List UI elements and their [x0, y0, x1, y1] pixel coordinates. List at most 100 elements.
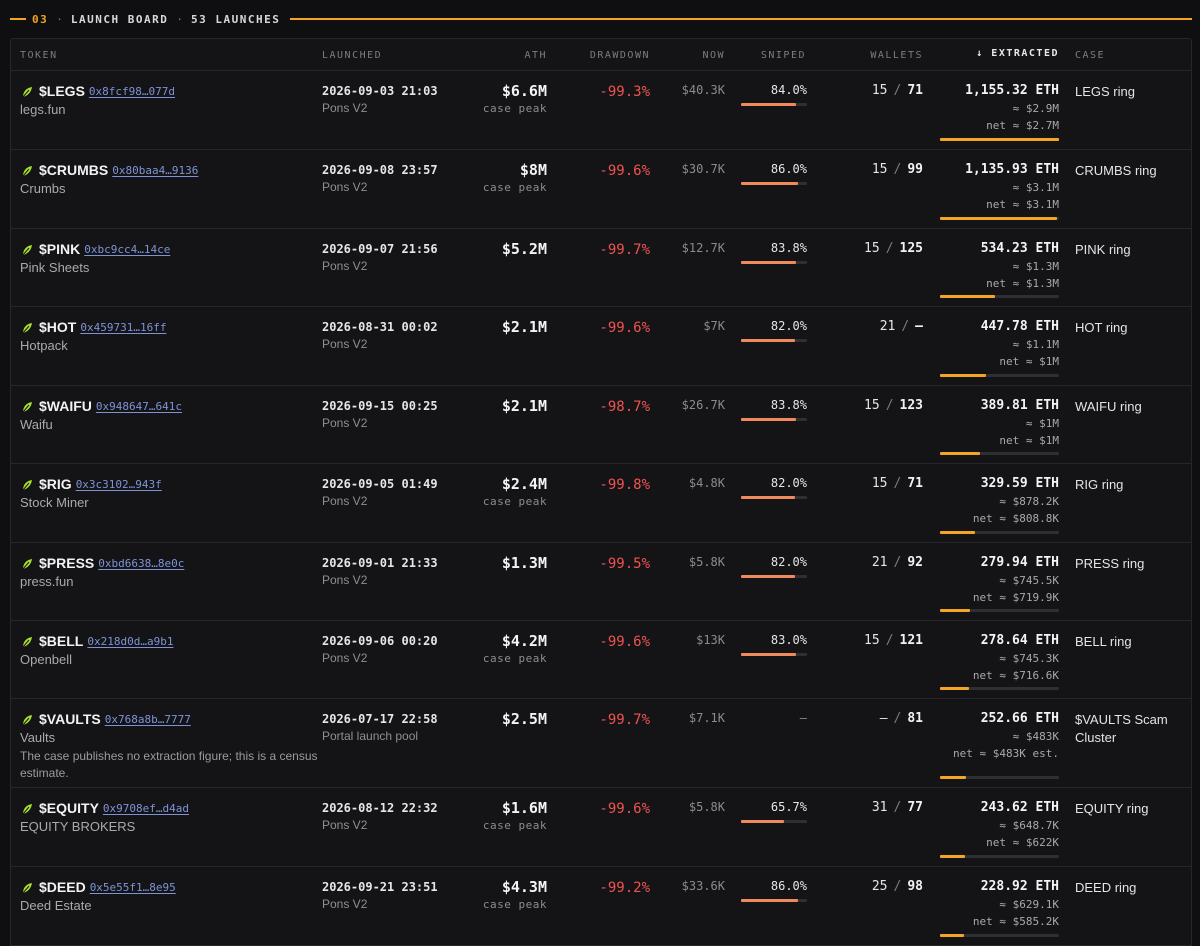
table-row[interactable]: $CRUMBS 0x80baa4…9136 Crumbs 2026-09-08 23:…	[11, 150, 1191, 229]
case-label[interactable]: WAIFU ring	[1075, 398, 1187, 416]
table-row[interactable]: $RIG 0x3c3102…943f Stock Miner 2026-09-05 0…	[11, 464, 1191, 543]
ath-note: case peak	[482, 652, 547, 665]
leaf-icon	[21, 713, 33, 726]
now-value: $30.7K	[681, 162, 725, 176]
token-ticker[interactable]: $DEED	[39, 879, 86, 895]
case-label[interactable]: PINK ring	[1075, 241, 1187, 259]
now-value: $12.7K	[681, 241, 725, 255]
drawdown-value: -99.6%	[599, 320, 650, 336]
extracted-net: net ≈ $2.7M	[986, 119, 1059, 132]
case-label[interactable]: RIG ring	[1075, 476, 1187, 494]
wallets-separator: /	[885, 633, 894, 648]
now-value: $33.6K	[681, 879, 725, 893]
extracted-bar-fill	[940, 138, 1059, 141]
table-row[interactable]: $VAULTS 0x768a8b…7777 Vaults The case publi…	[11, 699, 1191, 788]
token-ticker[interactable]: $PINK	[39, 241, 80, 257]
extracted-net: net ≈ $719.9K	[972, 591, 1059, 604]
wallets-count: 15 / 125	[864, 241, 923, 256]
table-row[interactable]: $PINK 0xbc9cc4…14ce Pink Sheets 2026-09-07 …	[11, 229, 1191, 307]
drawdown-value: -99.6%	[599, 801, 650, 817]
ath-value: $6.6M	[501, 82, 547, 100]
contract-address-link[interactable]: 0x768a8b…7777	[105, 713, 191, 726]
column-header-launched[interactable]: LAUNCHED	[322, 50, 382, 61]
contract-address-link[interactable]: 0x459731…16ff	[80, 321, 166, 334]
now-value: $26.7K	[681, 398, 725, 412]
launch-platform: Pons V2	[322, 259, 368, 273]
leaf-icon	[21, 635, 33, 648]
table-row[interactable]: $PRESS 0xbd6638…8e0c press.fun 2026-09-01 2…	[11, 543, 1191, 621]
drawdown-value: -99.3%	[599, 84, 650, 100]
token-note: The case publishes no extraction figure;…	[20, 749, 318, 780]
column-header-sniped[interactable]: SNIPED	[761, 50, 806, 61]
case-label[interactable]: CRUMBS ring	[1075, 162, 1187, 180]
contract-address-link[interactable]: 0x5e55f1…8e95	[90, 881, 176, 894]
column-header-extracted[interactable]: ↓ EXTRACTED	[976, 48, 1059, 59]
leaf-icon	[21, 400, 33, 413]
column-header-ath[interactable]: ATH	[524, 50, 547, 61]
table-row[interactable]: $LEGS 0x8fcf98…077d legs.fun 2026-09-03 21:…	[11, 71, 1191, 150]
contract-address-link[interactable]: 0x3c3102…943f	[76, 478, 162, 491]
extracted-bar	[940, 374, 1059, 377]
table-row[interactable]: $WAIFU 0x948647…641c Waifu 2026-09-15 00:25…	[11, 386, 1191, 464]
sniped-value: 83.8%	[770, 241, 807, 255]
column-header-wallets[interactable]: WALLETS	[870, 50, 923, 61]
table-row[interactable]: $EQUITY 0x9708ef…d4ad EQUITY BROKERS 2026-0…	[11, 788, 1191, 867]
extracted-bar	[940, 687, 1059, 690]
token-ticker[interactable]: $HOT	[39, 319, 76, 335]
token-cell: $PRESS 0xbd6638…8e0c	[21, 555, 184, 571]
case-label[interactable]: EQUITY ring	[1075, 800, 1187, 818]
launch-datetime: 2026-09-15 00:25	[322, 399, 438, 413]
column-header-now[interactable]: NOW	[702, 50, 725, 61]
wallets-separator: /	[893, 711, 902, 726]
table-row[interactable]: $BELL 0x218d0d…a9b1 Openbell 2026-09-06 00:…	[11, 621, 1191, 699]
token-name: Deed Estate	[20, 898, 92, 913]
case-label[interactable]: HOT ring	[1075, 319, 1187, 337]
column-header-case[interactable]: CASE	[1075, 50, 1105, 61]
token-cell: $DEED 0x5e55f1…8e95	[21, 879, 176, 895]
extracted-bar-fill	[940, 776, 967, 779]
drawdown-value: -99.7%	[599, 242, 650, 258]
sniped-bar-fill	[741, 103, 797, 106]
column-header-drawdown[interactable]: DRAWDOWN	[590, 50, 650, 61]
now-value: $13K	[696, 633, 725, 647]
token-ticker[interactable]: $RIG	[39, 476, 72, 492]
case-label[interactable]: BELL ring	[1075, 633, 1187, 651]
token-ticker[interactable]: $LEGS	[39, 83, 85, 99]
token-cell: $BELL 0x218d0d…a9b1	[21, 633, 173, 649]
case-label[interactable]: PRESS ring	[1075, 555, 1187, 573]
token-ticker[interactable]: $VAULTS	[39, 711, 101, 727]
token-cell: $VAULTS 0x768a8b…7777	[21, 711, 191, 727]
contract-address-link[interactable]: 0x8fcf98…077d	[89, 85, 175, 98]
wallets-separator: /	[893, 555, 902, 570]
contract-address-link[interactable]: 0x9708ef…d4ad	[103, 802, 189, 815]
token-ticker[interactable]: $WAIFU	[39, 398, 92, 414]
contract-address-link[interactable]: 0x948647…641c	[96, 400, 182, 413]
contract-address-link[interactable]: 0xbc9cc4…14ce	[84, 243, 170, 256]
wallets-flagged: 15	[864, 241, 880, 256]
token-ticker[interactable]: $CRUMBS	[39, 162, 108, 178]
extracted-bar	[940, 217, 1059, 220]
column-header-token[interactable]: TOKEN	[20, 50, 58, 61]
token-ticker[interactable]: $PRESS	[39, 555, 94, 571]
ath-value: $1.6M	[501, 799, 547, 817]
contract-address-link[interactable]: 0x218d0d…a9b1	[87, 635, 173, 648]
token-ticker[interactable]: $BELL	[39, 633, 83, 649]
contract-address-link[interactable]: 0x80baa4…9136	[112, 164, 198, 177]
ath-value: $2.1M	[501, 318, 547, 336]
wallets-separator: /	[885, 241, 894, 256]
table-row[interactable]: $HOT 0x459731…16ff Hotpack 2026-08-31 00:02…	[11, 307, 1191, 386]
contract-address-link[interactable]: 0xbd6638…8e0c	[98, 557, 184, 570]
token-ticker[interactable]: $EQUITY	[39, 800, 99, 816]
sniped-bar	[741, 339, 807, 342]
wallets-total: 71	[907, 83, 923, 98]
extracted-bar	[940, 452, 1059, 455]
wallets-total: 92	[907, 555, 923, 570]
case-label[interactable]: LEGS ring	[1075, 83, 1187, 101]
table-row[interactable]: $DEED 0x5e55f1…8e95 Deed Estate 2026-09-21 …	[11, 867, 1191, 946]
extracted-bar-fill	[940, 374, 987, 377]
sniped-bar-fill	[741, 899, 798, 902]
case-label[interactable]: DEED ring	[1075, 879, 1187, 897]
sniped-bar-fill	[741, 575, 796, 578]
wallets-separator: /	[901, 319, 910, 334]
case-label[interactable]: $VAULTS Scam Cluster	[1075, 711, 1187, 747]
